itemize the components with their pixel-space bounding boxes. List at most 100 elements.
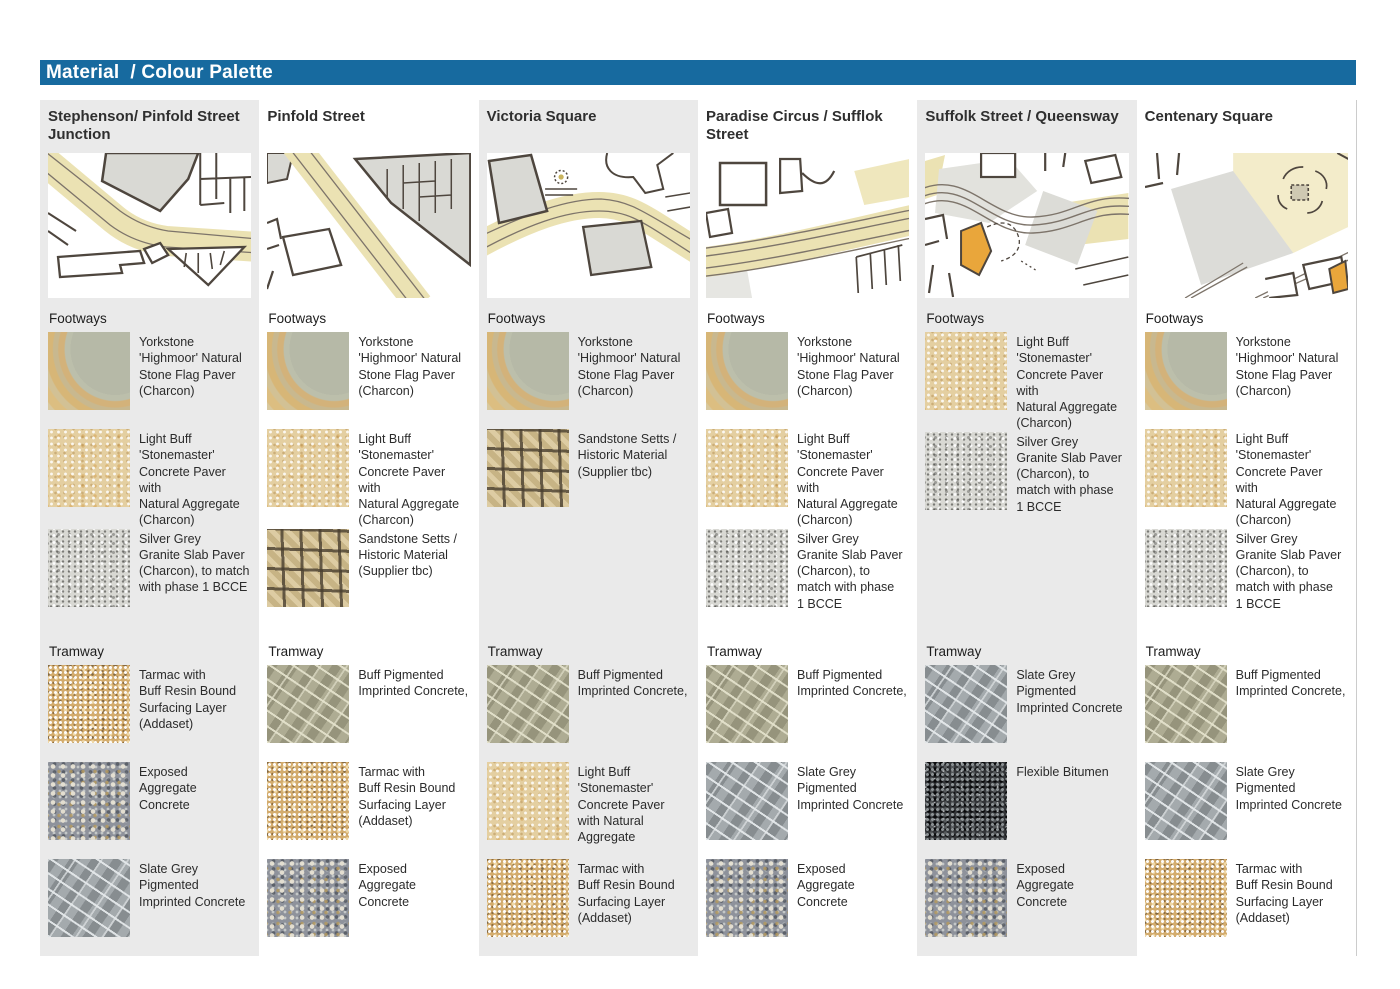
footways-label: Footways xyxy=(707,311,909,326)
material-row: Silver Grey Granite Slab Paver (Charcon)… xyxy=(1145,529,1348,626)
material-label: Slate Grey Pigmented Imprinted Concrete xyxy=(139,859,245,910)
material-swatch-exposed-aggregate xyxy=(706,859,788,937)
material-swatch-yorkstone xyxy=(48,332,130,410)
material-swatch-tarmac-buff-resin xyxy=(267,762,349,840)
material-row: Sandstone Setts / Historic Material (Sup… xyxy=(267,529,470,626)
material-label: Buff Pigmented Imprinted Concrete, xyxy=(578,665,688,700)
tramway-section: Tramway Buff Pigmented Imprinted Concret… xyxy=(267,644,470,956)
material-row: Yorkstone 'Highmoor' Natural Stone Flag … xyxy=(267,332,470,429)
material-label: Sandstone Setts / Historic Material (Sup… xyxy=(578,429,677,480)
material-label: Tarmac with Buff Resin Bound Surfacing L… xyxy=(358,762,455,829)
footways-section: Footways Yorkstone 'Highmoor' Natural St… xyxy=(267,311,470,644)
material-label: Tarmac with Buff Resin Bound Surfacing L… xyxy=(139,665,236,732)
material-swatch-sandstone-setts xyxy=(487,429,569,507)
material-label: Sandstone Setts / Historic Material (Sup… xyxy=(358,529,457,580)
map-sketch-centenary-square xyxy=(1145,153,1348,298)
column-title: Stephenson/ Pinfold Street Junction xyxy=(48,108,251,150)
material-row: Light Buff 'Stonemaster' Concrete Paver … xyxy=(48,429,251,529)
material-label: Yorkstone 'Highmoor' Natural Stone Flag … xyxy=(139,332,242,399)
material-row: Light Buff 'Stonemaster' Concrete Paver … xyxy=(925,332,1128,432)
street-column-pinfold-street: Pinfold Street Footways Yorkstone 'Highm… xyxy=(259,100,478,956)
material-swatch-silver-grey-granite xyxy=(925,432,1007,510)
tramway-rows: Slate Grey Pigmented Imprinted ConcreteF… xyxy=(925,665,1128,956)
material-row: Buff Pigmented Imprinted Concrete, xyxy=(1145,665,1348,762)
material-swatch-buff-imprinted xyxy=(267,665,349,743)
material-label: Yorkstone 'Highmoor' Natural Stone Flag … xyxy=(578,332,681,399)
material-label: Slate Grey Pigmented Imprinted Concrete xyxy=(1236,762,1348,813)
material-swatch-yorkstone xyxy=(706,332,788,410)
material-label: Buff Pigmented Imprinted Concrete, xyxy=(358,665,468,700)
street-column-stephenson-junction: Stephenson/ Pinfold Street Junction Foot… xyxy=(40,100,259,956)
material-swatch-exposed-aggregate xyxy=(925,859,1007,937)
tramway-section: Tramway Buff Pigmented Imprinted Concret… xyxy=(487,644,690,956)
material-swatch-yorkstone xyxy=(267,332,349,410)
footways-rows: Light Buff 'Stonemaster' Concrete Paver … xyxy=(925,332,1128,529)
material-label: Exposed Aggregate Concrete xyxy=(1016,859,1074,910)
footways-rows: Yorkstone 'Highmoor' Natural Stone Flag … xyxy=(267,332,470,626)
material-row: Yorkstone 'Highmoor' Natural Stone Flag … xyxy=(487,332,690,429)
column-title: Paradise Circus / Sufflok Street xyxy=(706,108,909,150)
footways-rows: Yorkstone 'Highmoor' Natural Stone Flag … xyxy=(706,332,909,626)
material-label: Light Buff 'Stonemaster' Concrete Paver … xyxy=(1016,332,1128,432)
tramway-rows: Buff Pigmented Imprinted Concrete, Light … xyxy=(487,665,690,956)
street-column-centenary-square: Centenary Square Footways Yorkstone 'Hig… xyxy=(1137,100,1356,956)
material-row: Silver Grey Granite Slab Paver (Charcon)… xyxy=(706,529,909,626)
tramway-label: Tramway xyxy=(926,644,1128,659)
material-row: Silver Grey Granite Slab Paver (Charcon)… xyxy=(48,529,251,626)
tramway-section: Tramway Slate Grey Pigmented Imprinted C… xyxy=(925,644,1128,956)
footways-rows: Yorkstone 'Highmoor' Natural Stone Flag … xyxy=(487,332,690,526)
material-swatch-sandstone-setts xyxy=(267,529,349,607)
material-swatch-silver-grey-granite xyxy=(706,529,788,607)
material-swatch-light-buff xyxy=(267,429,349,507)
material-row: Slate Grey Pigmented Imprinted Concrete xyxy=(925,665,1128,762)
footways-label: Footways xyxy=(1146,311,1348,326)
tramway-label: Tramway xyxy=(268,644,470,659)
material-swatch-slate-grey-imprinted xyxy=(925,665,1007,743)
footways-rows: Yorkstone 'Highmoor' Natural Stone Flag … xyxy=(48,332,251,626)
material-swatch-yorkstone xyxy=(487,332,569,410)
material-swatch-light-buff xyxy=(487,762,569,840)
tramway-label: Tramway xyxy=(707,644,909,659)
footways-section: Footways Yorkstone 'Highmoor' Natural St… xyxy=(1145,311,1348,644)
footways-label: Footways xyxy=(268,311,470,326)
street-column-suffolk-queensway: Suffolk Street / Queensway Footways Ligh… xyxy=(917,100,1136,956)
material-row: Buff Pigmented Imprinted Concrete, xyxy=(706,665,909,762)
material-row: Slate Grey Pigmented Imprinted Concrete xyxy=(48,859,251,956)
material-row: Exposed Aggregate Concrete xyxy=(706,859,909,956)
material-label: Silver Grey Granite Slab Paver (Charcon)… xyxy=(1236,529,1342,612)
material-swatch-buff-imprinted xyxy=(487,665,569,743)
material-row: Tarmac with Buff Resin Bound Surfacing L… xyxy=(267,762,470,859)
footways-label: Footways xyxy=(488,311,690,326)
material-swatch-tarmac-buff-resin xyxy=(487,859,569,937)
material-row: Slate Grey Pigmented Imprinted Concrete xyxy=(1145,762,1348,859)
material-label: Light Buff 'Stonemaster' Concrete Paver … xyxy=(578,762,665,845)
material-row: Light Buff 'Stonemaster' Concrete Paver … xyxy=(267,429,470,529)
material-row: Buff Pigmented Imprinted Concrete, xyxy=(267,665,470,762)
material-label: Light Buff 'Stonemaster' Concrete Paver … xyxy=(797,429,909,529)
street-column-victoria-square: Victoria Square Footways Yorkstone 'High… xyxy=(479,100,698,956)
material-swatch-buff-imprinted xyxy=(706,665,788,743)
material-row: Tarmac with Buff Resin Bound Surfacing L… xyxy=(1145,859,1348,956)
column-title: Suffolk Street / Queensway xyxy=(925,108,1128,150)
material-row: Tarmac with Buff Resin Bound Surfacing L… xyxy=(48,665,251,762)
street-column-paradise-circus: Paradise Circus / Sufflok Street Footway… xyxy=(698,100,917,956)
material-swatch-silver-grey-granite xyxy=(48,529,130,607)
tramway-label: Tramway xyxy=(1146,644,1348,659)
tramway-rows: Buff Pigmented Imprinted Concrete, Tarmac… xyxy=(267,665,470,956)
column-title: Victoria Square xyxy=(487,108,690,150)
material-swatch-slate-grey-imprinted xyxy=(706,762,788,840)
footways-section: Footways Light Buff 'Stonemaster' Concre… xyxy=(925,311,1128,644)
palette-columns: Stephenson/ Pinfold Street Junction Foot… xyxy=(40,100,1357,956)
tramway-rows: Tarmac with Buff Resin Bound Surfacing L… xyxy=(48,665,251,956)
material-label: Exposed Aggregate Concrete xyxy=(358,859,416,910)
material-swatch-slate-grey-imprinted xyxy=(48,859,130,937)
material-row: Light Buff 'Stonemaster' Concrete Paver … xyxy=(706,429,909,529)
material-label: Tarmac with Buff Resin Bound Surfacing L… xyxy=(1236,859,1333,926)
material-label: Yorkstone 'Highmoor' Natural Stone Flag … xyxy=(1236,332,1339,399)
tramway-label: Tramway xyxy=(49,644,251,659)
material-swatch-silver-grey-granite xyxy=(1145,529,1227,607)
material-label: Buff Pigmented Imprinted Concrete, xyxy=(797,665,907,700)
material-label: Yorkstone 'Highmoor' Natural Stone Flag … xyxy=(358,332,461,399)
material-label: Buff Pigmented Imprinted Concrete, xyxy=(1236,665,1346,700)
material-swatch-exposed-aggregate xyxy=(267,859,349,937)
